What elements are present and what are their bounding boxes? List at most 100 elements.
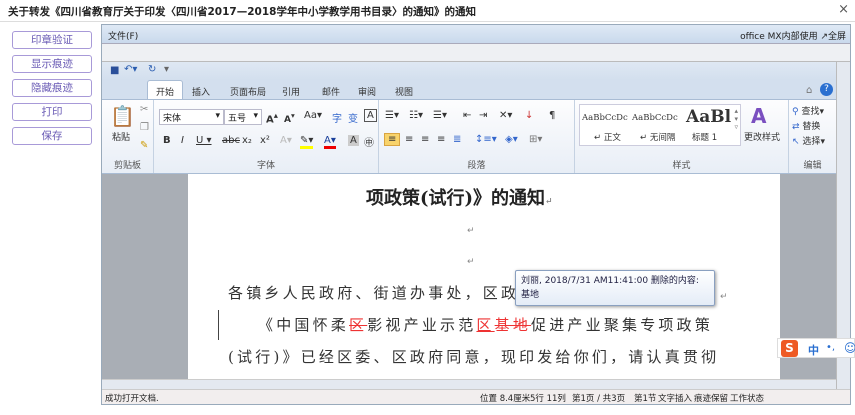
bold-icon[interactable]: B: [163, 135, 171, 146]
copy-icon[interactable]: ❐: [140, 122, 149, 133]
subscript-icon[interactable]: x₂: [242, 135, 252, 146]
help-icon[interactable]: ?: [820, 83, 833, 96]
title-bar: 关于转发《四川省教育厅关于印发〈四川省2017—2018学年中小学教学用书目录〉…: [0, 0, 855, 22]
hide-revisions-button[interactable]: 隐藏痕迹: [12, 79, 92, 97]
tab-home[interactable]: 开始: [147, 80, 184, 100]
clear-format-icon[interactable]: 变: [348, 110, 358, 125]
bullets-icon[interactable]: ☰▾: [385, 110, 399, 121]
status-insert-mode[interactable]: 文字插入: [658, 392, 692, 404]
paragraph-mark: ↵: [720, 292, 728, 302]
show-marks-icon[interactable]: ¶: [549, 110, 555, 121]
line-spacing-icon[interactable]: ↕≡▾: [475, 134, 497, 145]
doc-line-3: (试行)》已经区委、区政府同意，现印发给你们，请认真贯彻: [228, 348, 720, 366]
emoji-icon[interactable]: ☺: [844, 341, 855, 355]
superscript-icon[interactable]: x²: [260, 135, 270, 146]
style-normal-name[interactable]: ↵ 正文: [594, 131, 621, 143]
cut-icon[interactable]: ✂: [140, 104, 148, 115]
change-bar: [218, 310, 219, 340]
style-heading1-name[interactable]: 标题 1: [692, 131, 717, 143]
style-normal-preview[interactable]: AaBbCcDc: [582, 113, 628, 123]
menu-bar: 文件(F) office MX内部使用 ↗全屏: [102, 25, 850, 44]
tab-review[interactable]: 审阅: [358, 85, 376, 98]
borders-icon[interactable]: ⊞▾: [529, 134, 542, 145]
status-track-changes[interactable]: 痕迹保留: [694, 392, 728, 404]
undo-icon[interactable]: ↶▾: [124, 64, 137, 75]
font-size-select[interactable]: 五号 ▾: [224, 109, 262, 125]
style-nospacing-name[interactable]: ↵ 无间隔: [640, 131, 675, 143]
change-styles-button[interactable]: 更改样式: [744, 130, 780, 143]
show-revisions-button[interactable]: 显示痕迹: [12, 55, 92, 73]
status-work-state: 工作状态: [730, 394, 765, 404]
paragraph-mark: ↵: [467, 226, 475, 236]
font-name-select[interactable]: 宋体 ▾: [159, 109, 224, 125]
redo-icon[interactable]: ↻: [148, 64, 156, 75]
left-panel: 印章验证 显示痕迹 隐藏痕迹 打印 保存: [0, 22, 101, 415]
select-button[interactable]: ↖ 选择▾: [792, 134, 825, 147]
paste-icon[interactable]: 📋: [110, 104, 135, 128]
style-heading1-preview[interactable]: AaBl: [686, 107, 731, 127]
phonetic-icon[interactable]: 字: [332, 110, 342, 125]
char-border-icon[interactable]: A: [364, 109, 377, 122]
enclose-char-icon[interactable]: ㊥: [364, 134, 374, 149]
save-icon[interactable]: ■: [110, 65, 119, 76]
find-button[interactable]: ⚲ 查找▾: [792, 104, 824, 117]
document-area: 项政策(试行)》的通知↵ ↵ ↵ 各镇乡人民政府、街道办事处，区政府 ↵ 《中国…: [102, 174, 836, 379]
collapse-ribbon-icon[interactable]: ⌂: [806, 85, 812, 96]
asian-layout-icon[interactable]: ✕▾: [499, 110, 512, 121]
align-left-icon[interactable]: ≡: [384, 133, 401, 146]
tab-references[interactable]: 引用: [282, 85, 300, 98]
replace-button[interactable]: ⇄ 替换: [792, 119, 820, 132]
print-button[interactable]: 打印: [12, 103, 92, 121]
multilevel-list-icon[interactable]: ☰▾: [433, 110, 447, 121]
char-shading-icon[interactable]: A: [348, 135, 359, 146]
save-button[interactable]: 保存: [12, 127, 92, 145]
ime-punctuation[interactable]: •,: [826, 342, 835, 353]
text-effect-icon[interactable]: A▾: [280, 135, 292, 146]
styles-label: 样式: [672, 161, 691, 171]
distributed-icon[interactable]: ≣: [453, 134, 461, 145]
ribbon-tabs: 开始 插入 页面布局 引用 邮件 审阅 视图 ⌂ ?: [102, 80, 836, 100]
close-button[interactable]: ×: [838, 2, 849, 17]
font-color-icon[interactable]: A▾: [324, 135, 336, 149]
horizontal-scrollbar[interactable]: [102, 379, 836, 389]
status-page: 第1页 / 共3页: [572, 394, 626, 404]
customize-icon[interactable]: ▾: [164, 64, 169, 75]
change-styles-icon[interactable]: A: [751, 104, 766, 128]
shading-icon[interactable]: ◈▾: [505, 134, 518, 145]
decrease-indent-icon[interactable]: ⇤: [463, 110, 471, 121]
justify-icon[interactable]: ≡: [437, 134, 445, 145]
shrink-font-icon[interactable]: A▾: [284, 111, 295, 125]
replace-icon: ⇄: [792, 122, 800, 132]
gallery-scroll-icon[interactable]: ▴ ▾ ▿: [734, 107, 738, 131]
paste-button[interactable]: 粘贴: [112, 130, 130, 143]
word-frame: 文件(F) office MX内部使用 ↗全屏 ■ ↶▾ ↻ ▾ 开始 插入 页…: [101, 24, 851, 405]
status-rowcol: 5行 11列: [530, 394, 566, 404]
align-center-icon[interactable]: ≡: [405, 134, 413, 145]
ribbon: 📋 粘贴 ✂ ❐ ✎ 剪贴板 宋体 ▾ 五号 ▾ A▴ A▾ Aa▾ 字 变 A B…: [102, 99, 836, 174]
grow-font-icon[interactable]: A▴: [266, 110, 278, 125]
status-section: 第1节: [634, 394, 657, 404]
menu-file[interactable]: 文件(F): [108, 29, 138, 42]
tab-mailings[interactable]: 邮件: [322, 85, 340, 98]
tab-layout[interactable]: 页面布局: [230, 85, 266, 98]
underline-icon[interactable]: U ▾: [196, 135, 212, 146]
tooltip-header: 刘丽, 2018/7/31 AM11:41:00 删除的内容:: [521, 276, 699, 286]
tab-view[interactable]: 视图: [395, 85, 413, 98]
strikethrough-icon[interactable]: abc: [222, 135, 240, 146]
numbering-icon[interactable]: ☷▾: [409, 110, 423, 121]
highlight-icon[interactable]: ✎▾: [300, 135, 314, 149]
fullscreen-button[interactable]: ↗全屏: [820, 32, 846, 42]
ime-toolbar[interactable]: S 中 •, ☺: [777, 338, 855, 358]
revision-tooltip: 刘丽, 2018/7/31 AM11:41:00 删除的内容: 基地: [515, 270, 715, 306]
style-nospacing-preview[interactable]: AaBbCcDc: [632, 113, 678, 123]
tab-insert[interactable]: 插入: [192, 85, 210, 98]
sort-icon[interactable]: ↓: [525, 110, 533, 121]
italic-icon[interactable]: I: [181, 135, 184, 146]
format-painter-icon[interactable]: ✎: [140, 140, 148, 151]
seal-verify-button[interactable]: 印章验证: [12, 31, 92, 49]
paragraph-mark: ↵: [467, 257, 475, 267]
change-case-icon[interactable]: Aa▾: [304, 110, 322, 121]
increase-indent-icon[interactable]: ⇥: [479, 110, 487, 121]
ime-language[interactable]: 中: [808, 342, 819, 358]
align-right-icon[interactable]: ≡: [421, 134, 429, 145]
